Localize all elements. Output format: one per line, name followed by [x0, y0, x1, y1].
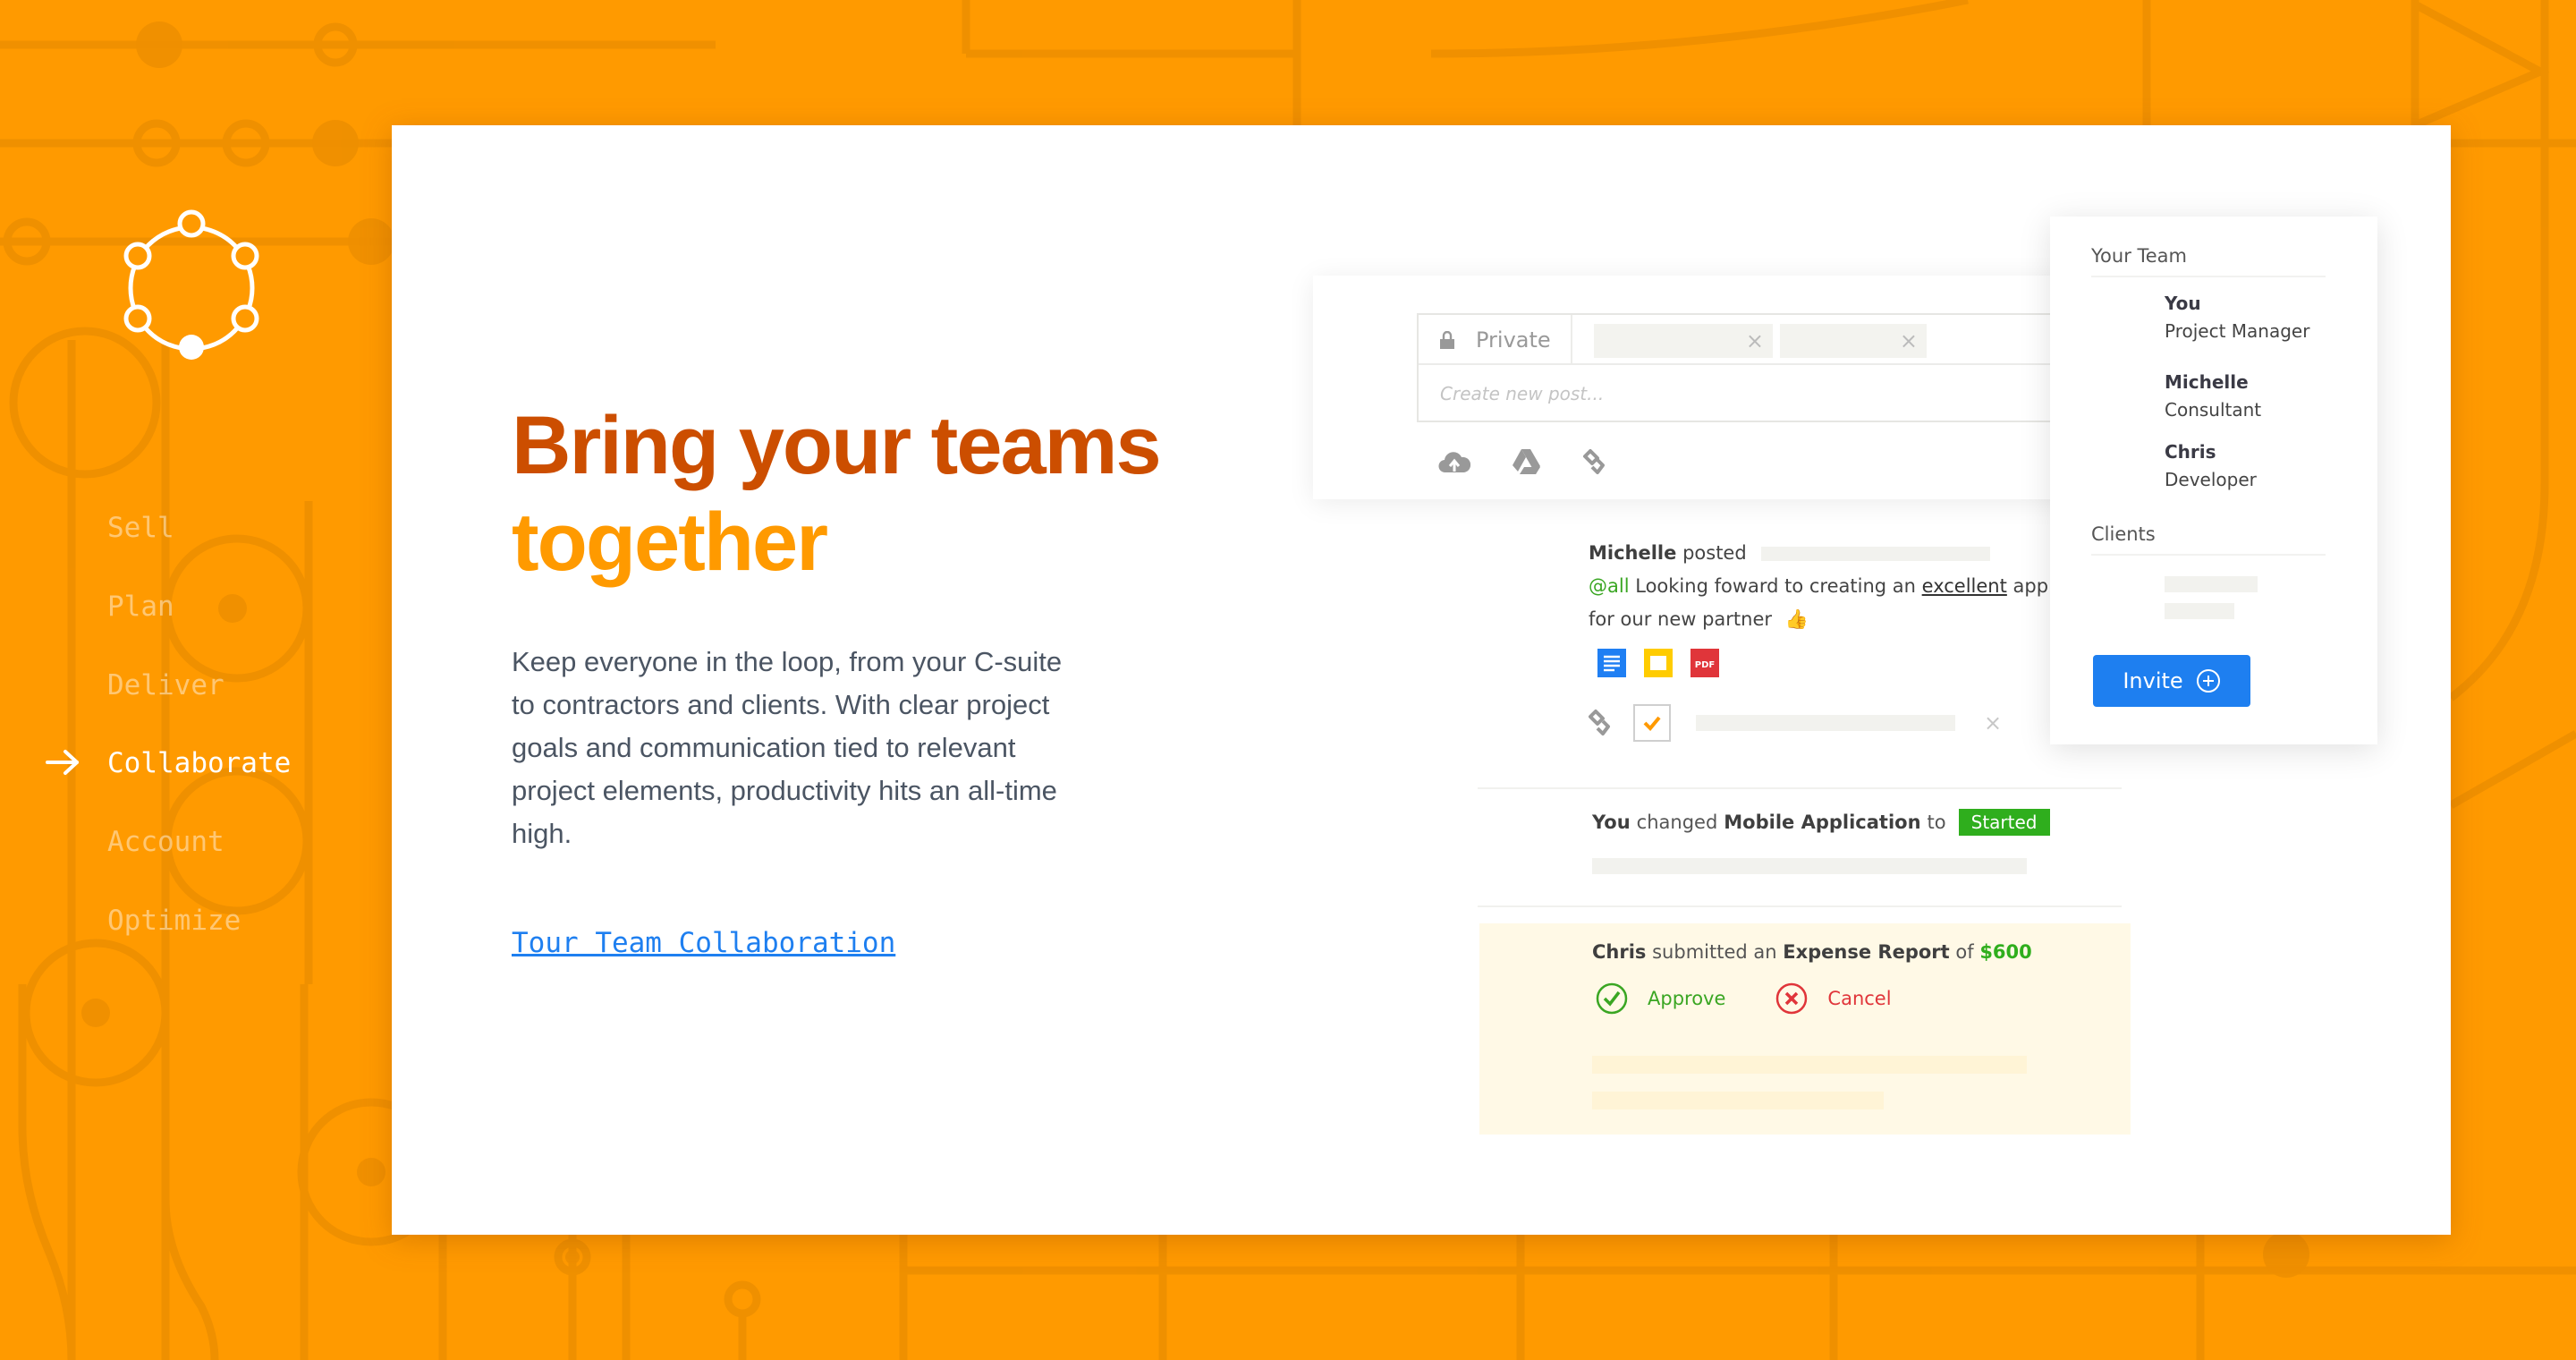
member-role: Consultant	[2165, 399, 2262, 421]
status-actor: You	[1592, 812, 1631, 833]
team-member[interactable]: Chris Developer	[2165, 438, 2257, 494]
plus-circle-icon	[2196, 669, 2220, 693]
privacy-row: Private × ×	[1419, 315, 2118, 365]
privacy-label: Private	[1476, 327, 1551, 353]
google-docs-icon[interactable]	[1597, 649, 1626, 677]
approve-label: Approve	[1648, 988, 1726, 1009]
link-icon[interactable]	[1589, 708, 1615, 738]
page-headline: Bring your teams together	[512, 397, 1317, 591]
google-slides-icon[interactable]	[1644, 649, 1673, 677]
member-role: Project Manager	[2165, 320, 2310, 342]
headline-line-2: together	[512, 497, 828, 588]
post-author: Michelle	[1589, 542, 1677, 564]
post-text-start: Looking foward to creating an	[1635, 575, 1916, 597]
nav-item-plan[interactable]: Plan	[107, 580, 376, 633]
post-underlined-word: excellent	[1921, 575, 2007, 597]
expense-preposition: of	[1955, 941, 1974, 963]
invite-button[interactable]: Invite	[2093, 655, 2250, 707]
status-preposition: to	[1927, 812, 1946, 833]
status-object: Mobile Application	[1724, 812, 1921, 833]
thumbs-up-icon: 👍	[1784, 608, 1809, 630]
nav-item-collaborate[interactable]: Collaborate	[107, 736, 376, 790]
your-team-heading: Your Team	[2091, 245, 2326, 277]
expense-object: Expense Report	[1783, 941, 1950, 963]
post-header: Michelle posted	[1589, 537, 2054, 570]
x-circle-icon	[1776, 982, 1808, 1015]
checkmark-icon	[1643, 716, 1661, 731]
lock-icon	[1440, 331, 1454, 349]
new-post-input[interactable]	[1419, 367, 2118, 421]
circle-network-icon	[123, 209, 259, 360]
recipient-chip: ×	[1594, 324, 1773, 358]
expense-actor: Chris	[1592, 941, 1647, 963]
cancel-button[interactable]: Cancel	[1775, 982, 1892, 1015]
tour-team-collaboration-link[interactable]: Tour Team Collaboration	[512, 927, 895, 959]
remove-chip-icon[interactable]: ×	[1900, 328, 1918, 353]
team-member[interactable]: You Project Manager	[2165, 290, 2309, 345]
expense-amount: $600	[1979, 941, 2032, 963]
remove-task-icon[interactable]: ×	[1984, 710, 2002, 735]
hero-description: Keep everyone in the loop, from your C-s…	[512, 646, 1063, 849]
nav-item-account[interactable]: Account	[107, 815, 376, 869]
mention-all[interactable]: @all	[1589, 575, 1630, 597]
pdf-icon[interactable]: PDF	[1690, 649, 1719, 677]
arrow-right-icon	[46, 750, 79, 775]
cancel-label: Cancel	[1827, 988, 1892, 1009]
cloud-upload-icon[interactable]	[1438, 447, 1470, 476]
member-name: Michelle	[2165, 371, 2249, 393]
feed-post: Michelle posted @all Looking foward to c…	[1589, 537, 2054, 742]
task-link-row: ×	[1589, 704, 2054, 742]
status-change-activity: You changed Mobile Application to Starte…	[1592, 809, 2050, 836]
check-circle-icon	[1596, 982, 1628, 1015]
post-composer: Private × ×	[1313, 276, 2118, 499]
nav-item-sell[interactable]: Sell	[107, 501, 376, 555]
clients-heading: Clients	[2091, 523, 2326, 556]
feed-divider	[1478, 905, 2122, 907]
status-badge: Started	[1958, 809, 2050, 836]
remove-chip-icon[interactable]: ×	[1746, 328, 1764, 353]
task-title-placeholder	[1696, 715, 1955, 731]
task-checkbox[interactable]	[1633, 704, 1671, 742]
member-role: Developer	[2165, 469, 2257, 490]
post-verb: posted	[1682, 542, 1747, 564]
post-attachments: PDF	[1597, 649, 2054, 677]
expense-actions: Approve Cancel	[1596, 982, 1892, 1015]
link-icon[interactable]	[1581, 447, 1614, 476]
client-placeholder	[2165, 603, 2234, 619]
privacy-selector[interactable]: Private	[1419, 315, 1572, 365]
post-body: @all Looking foward to creating an excel…	[1589, 570, 2054, 636]
status-verb: changed	[1636, 812, 1718, 833]
composer-toolbar	[1438, 447, 1614, 476]
content-card: Bring your teams together Keep everyone …	[392, 125, 2451, 1235]
composer-box: Private × ×	[1417, 313, 2118, 422]
approve-button[interactable]: Approve	[1596, 982, 1725, 1015]
nav-item-deliver[interactable]: Deliver	[107, 659, 376, 712]
member-name: You	[2165, 293, 2201, 314]
expense-report-card: Chris submitted an Expense Report of $60…	[1479, 923, 2131, 1135]
headline-line-1: Bring your teams	[512, 400, 1162, 491]
expense-verb: submitted an	[1652, 941, 1777, 963]
expense-detail-placeholder	[1592, 1092, 1884, 1109]
feed-divider	[1478, 787, 2122, 789]
invite-label: Invite	[2123, 668, 2183, 693]
expense-summary: Chris submitted an Expense Report of $60…	[1592, 941, 2032, 963]
nav-item-optimize[interactable]: Optimize	[107, 894, 376, 948]
team-member[interactable]: Michelle Consultant	[2165, 369, 2261, 424]
member-name: Chris	[2165, 441, 2216, 463]
client-placeholder	[2165, 576, 2258, 592]
pdf-label: PDF	[1695, 660, 1715, 670]
status-detail-placeholder	[1592, 858, 2027, 874]
timestamp-placeholder	[1761, 547, 1991, 561]
team-panel: Your Team You Project Manager Michelle C…	[2050, 217, 2377, 744]
recipient-chip: ×	[1780, 324, 1927, 358]
google-drive-icon[interactable]	[1510, 447, 1542, 476]
expense-detail-placeholder	[1592, 1056, 2027, 1074]
